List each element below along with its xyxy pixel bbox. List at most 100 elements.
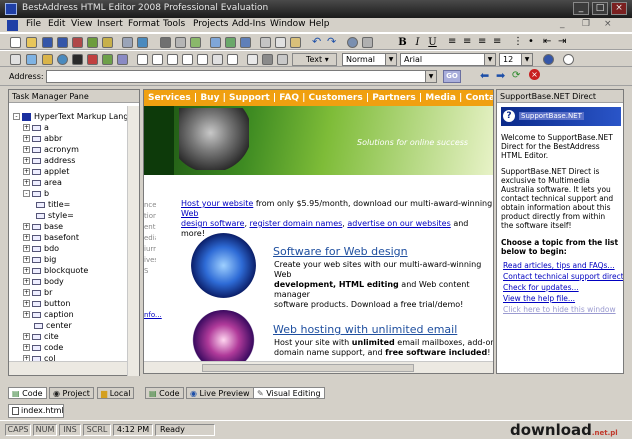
software-web-design-heading[interactable]: Software for Web design	[273, 245, 408, 258]
stop-icon[interactable]: ×	[529, 69, 540, 80]
size-combo[interactable]: 12 ▼	[499, 53, 533, 66]
save-all-icon[interactable]	[57, 37, 68, 48]
menu-edit[interactable]: Edit	[48, 19, 65, 29]
scroll-thumb[interactable]	[202, 364, 414, 372]
form-icon[interactable]	[42, 54, 53, 65]
expand-icon[interactable]: +	[23, 135, 30, 142]
tab-local[interactable]: ▆ Local	[97, 387, 135, 399]
back-arrow-icon[interactable]: ⬅	[480, 69, 489, 82]
underline-button[interactable]: U	[426, 36, 439, 49]
cut-icon[interactable]	[260, 37, 271, 48]
tree-item[interactable]: -b	[23, 188, 49, 199]
tab-project[interactable]: ◉ Project	[49, 387, 94, 399]
tree-item[interactable]: + applet	[23, 166, 69, 177]
tree-item[interactable]: + br	[23, 287, 52, 298]
tree-item[interactable]: + basefont	[23, 232, 79, 243]
menu-projects[interactable]: Projects	[193, 19, 228, 29]
open-folder-icon[interactable]	[26, 37, 37, 48]
validate-icon[interactable]	[210, 37, 221, 48]
checkbox-icon[interactable]	[167, 54, 178, 65]
justify-icon[interactable]: ≡	[493, 36, 501, 47]
save-icon[interactable]	[42, 37, 53, 48]
tree-attribute[interactable]: title=	[36, 199, 70, 210]
layer-icon[interactable]	[277, 54, 288, 65]
tree-item[interactable]: center	[23, 320, 72, 331]
expand-icon[interactable]: +	[23, 157, 30, 164]
tree-item[interactable]: + acronym	[23, 144, 79, 155]
host-website-link[interactable]: Host your website	[181, 199, 253, 208]
bullet-list-icon[interactable]: •	[528, 36, 534, 47]
help-file-link[interactable]: View the help file...	[503, 294, 575, 303]
menu-insert[interactable]: Insert	[97, 19, 123, 29]
forward-arrow-icon[interactable]: ➡	[496, 69, 505, 82]
tree-item[interactable]: + a	[23, 122, 49, 133]
tree-item[interactable]: + abbr	[23, 133, 62, 144]
collapse-icon[interactable]: -	[23, 190, 30, 197]
menu-view[interactable]: View	[71, 19, 92, 29]
undo-icon[interactable]: ↶	[312, 35, 321, 48]
bold-button[interactable]: B	[396, 36, 409, 49]
hyperlink-icon[interactable]	[57, 54, 68, 65]
expand-icon[interactable]: +	[23, 333, 30, 340]
mdi-restore-icon[interactable]: ❐	[582, 19, 590, 29]
expand-icon[interactable]: +	[23, 124, 30, 131]
expand-icon[interactable]: +	[23, 311, 30, 318]
div-icon[interactable]	[262, 54, 273, 65]
expand-icon[interactable]: +	[23, 223, 30, 230]
tree-item[interactable]: + body	[23, 276, 64, 287]
spell-check-icon[interactable]	[190, 37, 201, 48]
tree-item[interactable]: + address	[23, 155, 75, 166]
menu-file[interactable]: File	[26, 19, 41, 29]
expand-icon[interactable]: +	[23, 245, 30, 252]
symbol-icon[interactable]	[117, 54, 128, 65]
frame-icon[interactable]	[247, 54, 258, 65]
close-button[interactable]: ×	[611, 2, 627, 15]
font-combo[interactable]: Arial ▼	[400, 53, 496, 66]
hidden-field-icon[interactable]	[227, 54, 238, 65]
tree-root[interactable]: - HyperText Markup Langu	[13, 111, 134, 122]
tree-item[interactable]: + base	[23, 221, 63, 232]
design-software-link[interactable]: design software	[181, 219, 244, 228]
minimize-button[interactable]: _	[573, 2, 589, 15]
table-icon[interactable]	[10, 54, 21, 65]
media-icon[interactable]	[102, 54, 113, 65]
address-input[interactable]: ▼	[46, 70, 437, 83]
mdi-close-icon[interactable]: ×	[604, 19, 612, 29]
expand-icon[interactable]: +	[23, 267, 30, 274]
world-icon[interactable]	[137, 37, 148, 48]
select-icon[interactable]	[197, 54, 208, 65]
web-hosting-heading[interactable]: Web hosting with unlimited email	[273, 323, 457, 336]
image-icon[interactable]	[26, 54, 37, 65]
find-icon[interactable]	[347, 37, 358, 48]
site-nav-links[interactable]: Services | Buy | Support | FAQ | Custome…	[148, 90, 493, 106]
editor-hscrollbar[interactable]	[144, 361, 493, 373]
redo-icon[interactable]: ↷	[327, 35, 336, 48]
tree-scrollbar[interactable]	[127, 106, 139, 376]
tab-live-preview[interactable]: ◉ Live Preview	[186, 387, 254, 399]
numbered-list-icon[interactable]: ⋮	[513, 36, 523, 47]
anchor-icon[interactable]	[72, 54, 83, 65]
help-icon[interactable]	[563, 54, 574, 65]
expand-icon[interactable]: +	[23, 278, 30, 285]
tree-item[interactable]: + bdo	[23, 243, 59, 254]
print-icon[interactable]	[160, 37, 171, 48]
tree-item[interactable]: + cite	[23, 331, 59, 342]
menu-add-ins[interactable]: Add-Ins	[232, 19, 266, 29]
expand-icon[interactable]: +	[23, 146, 30, 153]
italic-button[interactable]: I	[411, 36, 424, 49]
web-link[interactable]: Web	[181, 209, 198, 218]
expand-icon[interactable]: +	[23, 344, 30, 351]
expand-icon[interactable]: +	[23, 234, 30, 241]
text-mode-button[interactable]: Text ▾	[292, 53, 337, 66]
go-button[interactable]: GO	[443, 70, 461, 83]
mdi-minimize-icon[interactable]: _	[560, 19, 565, 29]
ftp-icon[interactable]	[87, 37, 98, 48]
align-right-icon[interactable]: ≡	[478, 36, 486, 47]
expand-icon[interactable]: +	[23, 289, 30, 296]
tree-item[interactable]: + big	[23, 254, 56, 265]
maximize-button[interactable]: □	[592, 2, 608, 15]
button-icon[interactable]	[212, 54, 223, 65]
expand-icon[interactable]: +	[23, 300, 30, 307]
copy-icon[interactable]	[275, 37, 286, 48]
advertise-link[interactable]: advertise on our websites	[347, 219, 450, 228]
